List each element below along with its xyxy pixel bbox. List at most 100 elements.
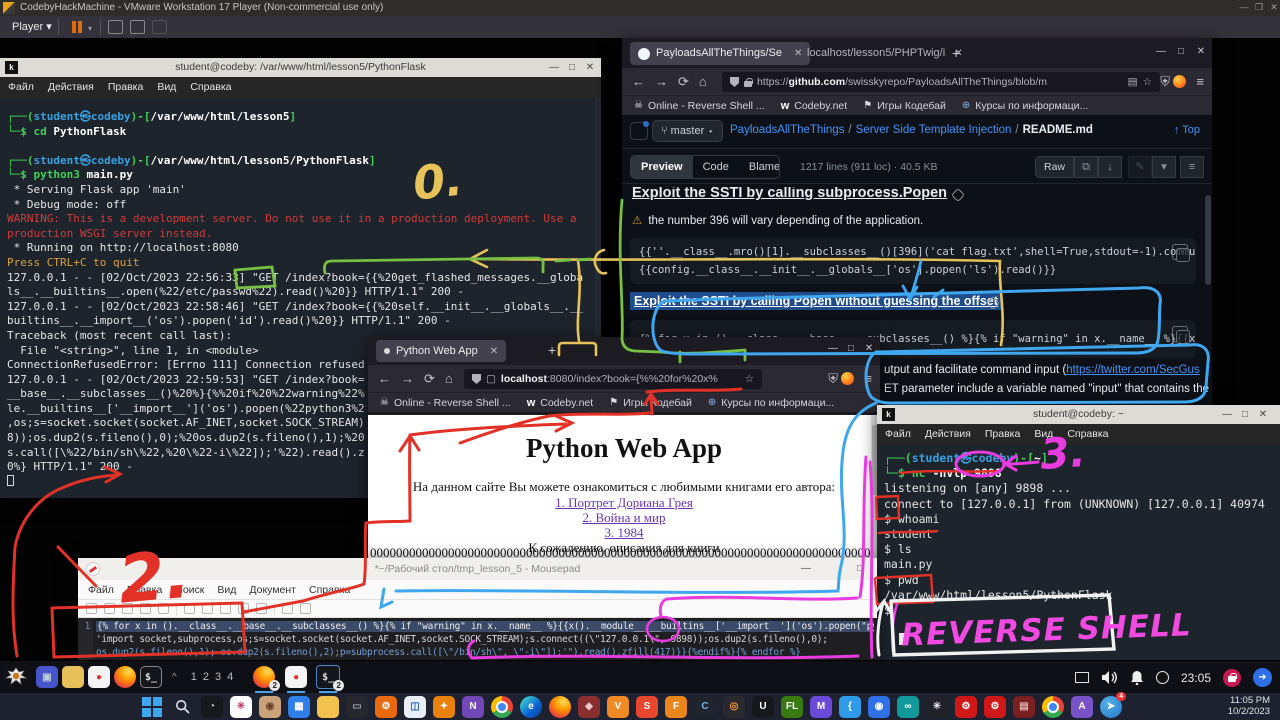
toolbar-open-icon[interactable] xyxy=(104,603,115,614)
back-icon[interactable]: ← xyxy=(378,371,391,386)
firefox-account-icon[interactable] xyxy=(1173,75,1186,88)
taskbar-app-pin[interactable]: ◉ xyxy=(868,696,890,718)
scrollbar[interactable] xyxy=(1205,195,1211,285)
taskbar-app-red[interactable]: ◆ xyxy=(578,696,600,718)
taskbar-app-shop[interactable]: S xyxy=(636,696,658,718)
new-tab-button[interactable]: + xyxy=(952,45,960,61)
download-icon[interactable]: ↓ xyxy=(1098,156,1122,178)
bookmark-item[interactable]: Курсы по информаци... xyxy=(962,100,1088,112)
toolbar-paste-icon[interactable] xyxy=(256,603,267,614)
pocket-icon[interactable]: ⛨ xyxy=(1160,74,1170,90)
vmware-fullscreen-icon[interactable] xyxy=(130,20,145,34)
taskbar-app-toolbox[interactable]: ▤ xyxy=(1013,696,1035,718)
taskbar-app-carrot[interactable]: V xyxy=(607,696,629,718)
notifications-bell-icon[interactable] xyxy=(1130,670,1144,685)
outline-icon[interactable]: ≡ xyxy=(1180,156,1204,178)
back-icon[interactable]: ← xyxy=(632,74,645,89)
toolbar-save-icon[interactable] xyxy=(122,603,133,614)
workspace-number[interactable]: 1 xyxy=(191,671,203,683)
taskbar-app-vmware[interactable]: ⚙ xyxy=(375,696,397,718)
edit-dropdown-icon[interactable]: ▾ xyxy=(1152,156,1176,178)
anchor-link-icon[interactable] xyxy=(951,188,965,202)
running-firefox-icon[interactable]: 2 xyxy=(253,666,275,688)
taskbar-app-chrome-profile[interactable] xyxy=(1042,696,1064,718)
workspace-number[interactable]: 3 xyxy=(215,671,227,683)
maximize-icon[interactable]: □ xyxy=(565,61,579,74)
menu-item[interactable]: Справка xyxy=(309,584,350,596)
menu-item[interactable]: Справка xyxy=(190,81,231,93)
vmware-ctrl-alt-del-icon[interactable] xyxy=(108,20,123,34)
bookmark-item[interactable]: Codeby.net xyxy=(781,100,848,112)
taskbar-app-portrait[interactable]: ◉ xyxy=(259,696,281,718)
tab-python-web-app[interactable]: Python Web App ✕ xyxy=(376,340,506,362)
taskbar-app-cinema4d[interactable]: C xyxy=(694,696,716,718)
launcher-firefox-icon[interactable] xyxy=(114,666,136,688)
mousepad-editor[interactable]: 1 {% for x in ().__class__.__base__.__su… xyxy=(78,618,877,660)
vmware-suspend-dropdown[interactable]: ▾ xyxy=(88,24,92,33)
toolbar-save-as-icon[interactable] xyxy=(140,603,151,614)
menu-hamburger-icon[interactable]: ≡ xyxy=(1196,74,1204,89)
workspace-switcher[interactable]: 1234 xyxy=(191,671,240,683)
reload-icon[interactable]: ⟳ xyxy=(678,74,689,90)
taskbar-app-telegram[interactable]: ➤4 xyxy=(1100,696,1122,718)
copy-code-icon[interactable] xyxy=(1172,326,1188,342)
twitter-link[interactable]: https://twitter.com/SecGus xyxy=(1066,364,1200,376)
reload-icon[interactable]: ⟳ xyxy=(424,371,435,387)
tab-localhost-phptwig[interactable]: localhost/lesson5/PHPTwig/i ✕ xyxy=(807,47,963,59)
close-icon[interactable]: ✕ xyxy=(1256,408,1270,421)
url-bar[interactable]: ▢ localhost:8080/index?book={%%20for%20x… xyxy=(464,369,762,389)
updates-icon[interactable]: ➜ xyxy=(1253,668,1272,687)
bookmark-item[interactable]: Игры Кодебай xyxy=(863,100,946,112)
taskbar-search-icon[interactable] xyxy=(171,696,193,718)
menu-item[interactable]: Документ xyxy=(249,584,296,596)
menu-hamburger-icon[interactable]: ≡ xyxy=(864,371,872,386)
vmware-suspend-icon[interactable] xyxy=(70,20,84,34)
shield-icon[interactable] xyxy=(730,77,739,87)
nc-terminal-titlebar[interactable]: k student@codeby: ~ — □ ✕ xyxy=(877,405,1280,424)
python-tabbar[interactable]: Python Web App ✕ + — □ ✕ xyxy=(368,337,880,365)
close-icon[interactable]: ✕ xyxy=(1194,46,1208,57)
url-bar[interactable]: https://github.com/swisskyrepo/PayloadsA… xyxy=(722,72,1160,92)
breadcrumb-repo-link[interactable]: PayloadsAllTheThings xyxy=(730,124,844,136)
vm-clock[interactable]: 23:05 xyxy=(1181,671,1211,685)
pocket-icon[interactable]: ⛨ xyxy=(828,371,838,387)
bookmark-item[interactable]: Игры Кодебай xyxy=(609,397,692,409)
taskbar-app-wallet[interactable]: ▭ xyxy=(346,696,368,718)
bookmark-star-icon[interactable]: ☆ xyxy=(745,369,754,389)
taskbar-app-spider[interactable]: ✳ xyxy=(926,696,948,718)
top-link[interactable]: ↑ Top xyxy=(1174,124,1200,136)
launcher-display-icon[interactable]: ▣ xyxy=(36,666,58,688)
taskbar-app-firefox[interactable] xyxy=(549,696,571,718)
taskbar-app-explorer[interactable] xyxy=(317,696,339,718)
taskbar-app-flstudio[interactable]: FL xyxy=(781,696,803,718)
bookmark-item[interactable]: Online - Reverse Shell ... xyxy=(634,100,765,112)
menu-item[interactable]: Поиск xyxy=(175,584,204,596)
menu-item[interactable]: Файл xyxy=(88,584,114,596)
taskbar-app-blender[interactable]: ◎ xyxy=(723,696,745,718)
taskbar-app-unreal[interactable]: U xyxy=(752,696,774,718)
menu-item[interactable]: Файл xyxy=(885,428,911,440)
toolbar-new-icon[interactable] xyxy=(86,603,97,614)
copy-file-icon[interactable]: ⧉ xyxy=(1074,156,1098,178)
forward-icon[interactable]: → xyxy=(655,74,668,89)
toolbar-replace-icon[interactable] xyxy=(300,603,311,614)
taskbar-app-slack[interactable]: ✳ xyxy=(230,696,252,718)
minimize-icon[interactable]: — xyxy=(1220,408,1234,421)
taskbar-app-milanote[interactable]: M xyxy=(810,696,832,718)
taskbar-app-avatar[interactable]: A xyxy=(1071,696,1093,718)
vmware-player-menu[interactable]: Player ▾ xyxy=(6,19,58,34)
tab-close-icon[interactable]: ✕ xyxy=(490,340,498,363)
taskbar-app-autohotkey-2[interactable]: ⚙ xyxy=(984,696,1006,718)
screen-lock-icon[interactable] xyxy=(1223,669,1241,687)
close-icon[interactable]: ✕ xyxy=(862,343,876,354)
menu-item[interactable]: Вид xyxy=(1034,428,1053,440)
minimize-icon[interactable]: — xyxy=(1154,46,1168,57)
taskbar-app-unity[interactable]: ✦ xyxy=(433,696,455,718)
reader-view-icon[interactable]: ▤ xyxy=(1128,72,1138,92)
toolbar-close-icon[interactable] xyxy=(158,603,169,614)
copy-code-icon[interactable] xyxy=(1172,244,1188,260)
power-manager-icon[interactable] xyxy=(1156,671,1169,684)
tab-close-icon[interactable]: ✕ xyxy=(794,42,802,65)
new-tab-button[interactable]: + xyxy=(548,342,556,358)
vmware-close-button[interactable]: ✕ xyxy=(1268,2,1280,13)
